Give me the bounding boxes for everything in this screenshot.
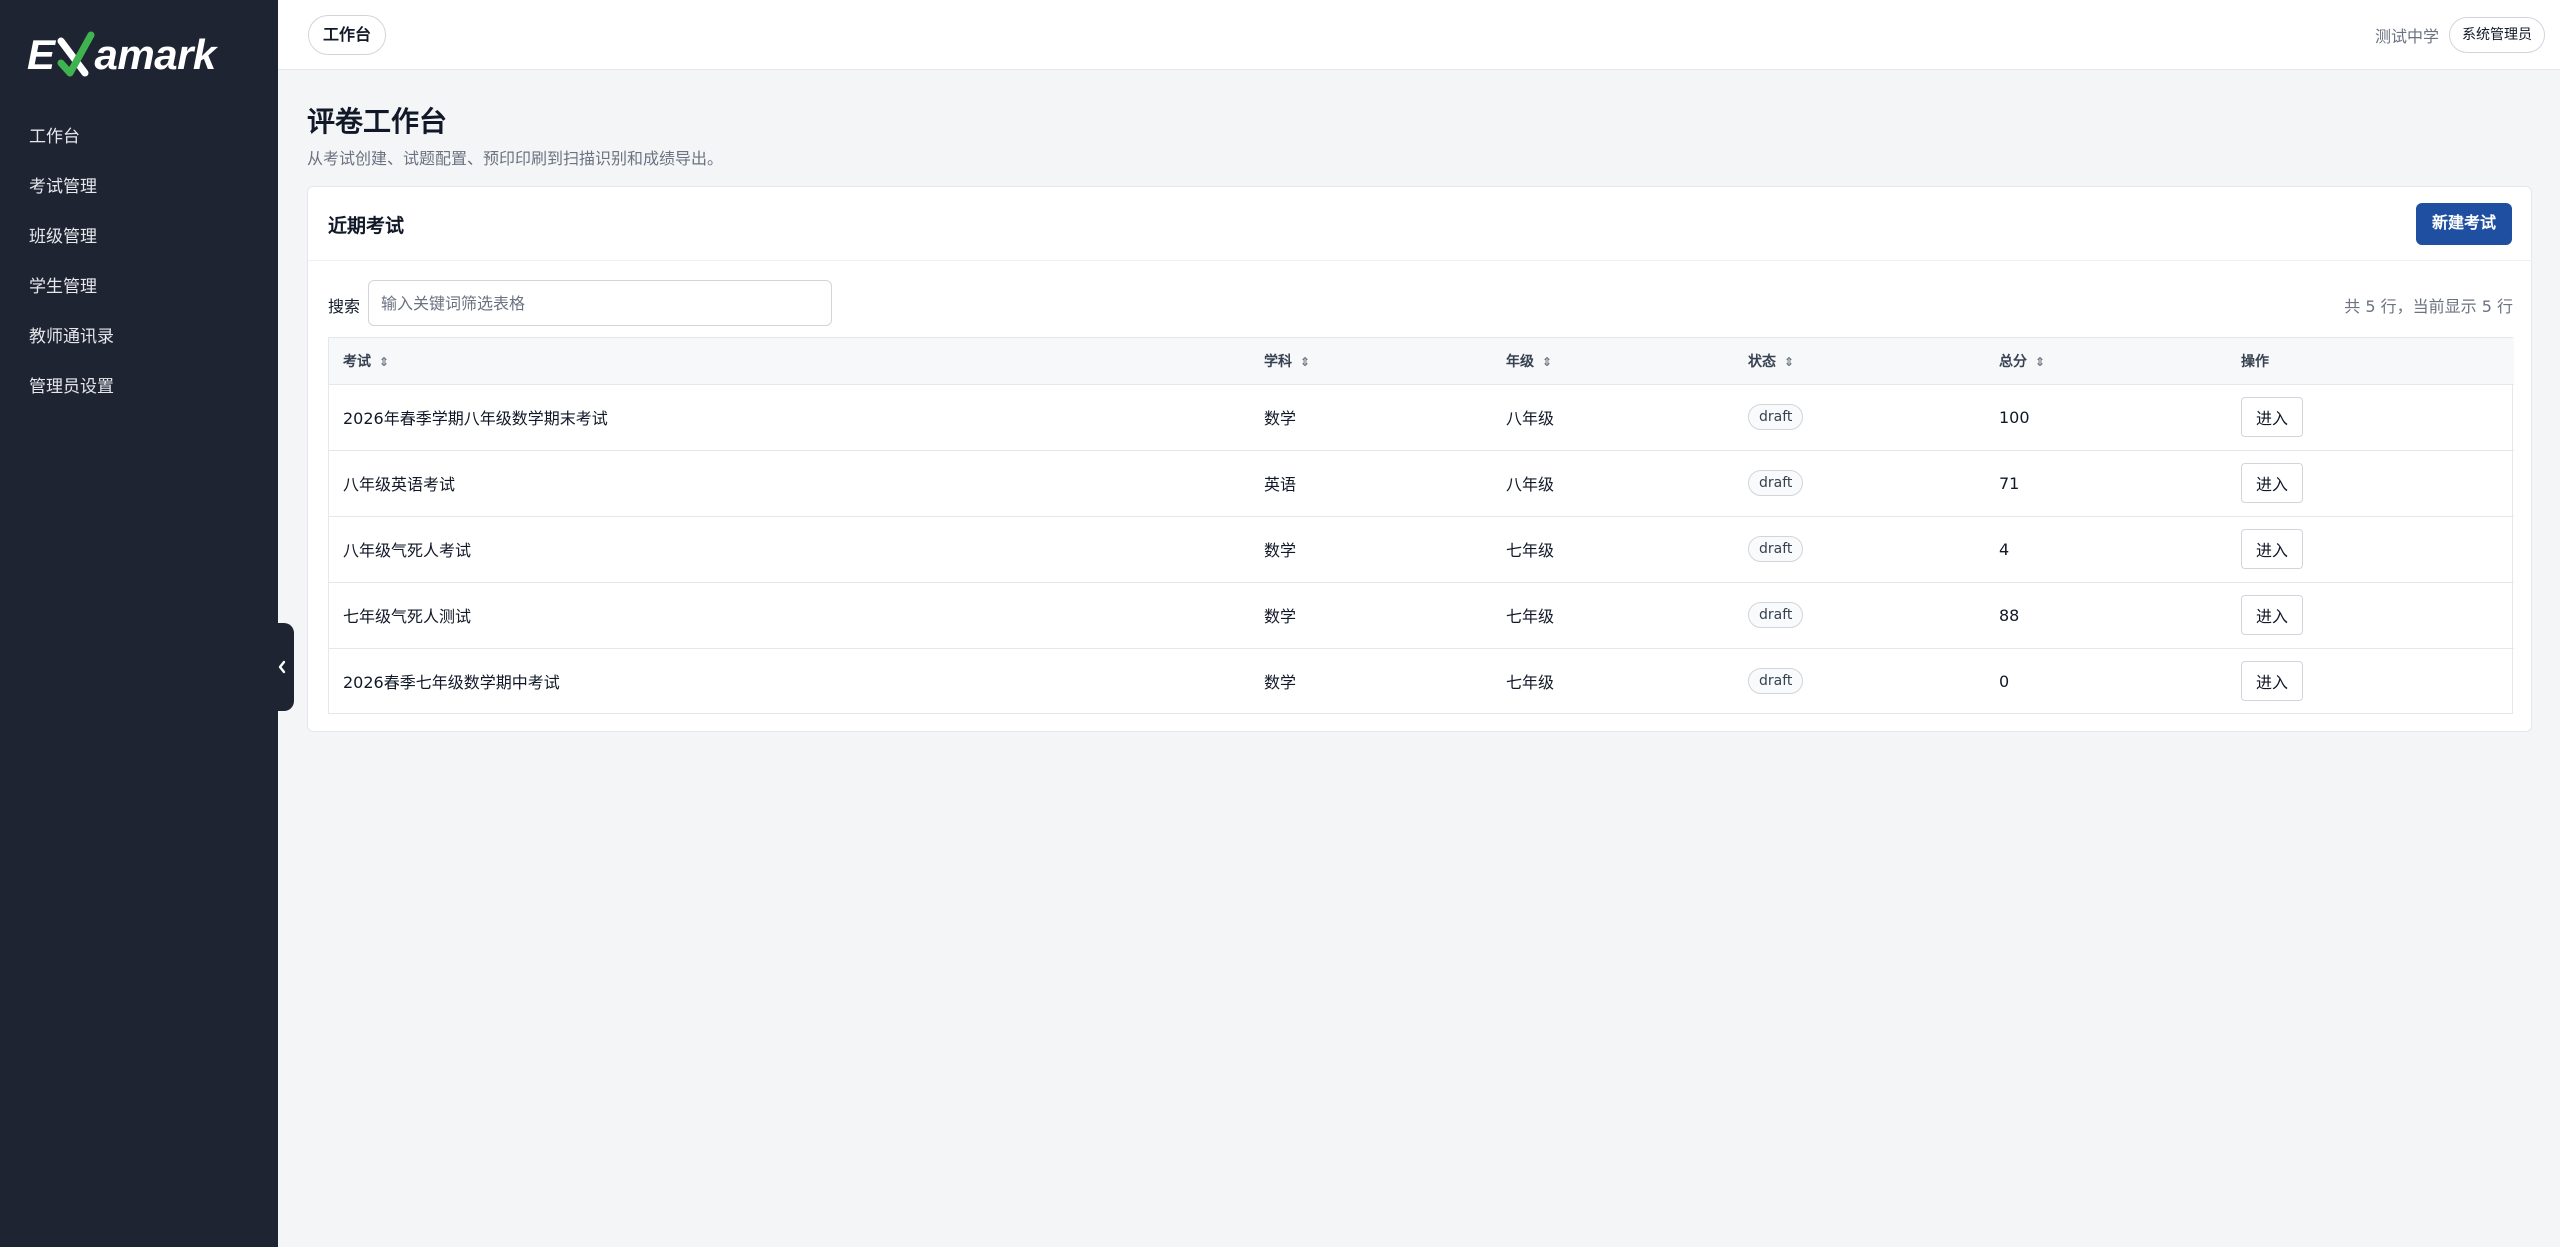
enter-exam-button[interactable]: 进入 <box>2241 595 2304 635</box>
logo-letters-amark: amark <box>94 31 217 78</box>
sidebar-item-workbench[interactable]: 工作台 <box>0 112 278 162</box>
logo-letter-e: E <box>27 31 55 78</box>
search-row: 搜索 共 5 行，当前显示 5 行 <box>328 280 2513 326</box>
chevron-left-icon <box>278 660 286 674</box>
checkmark-x-icon <box>55 29 95 81</box>
cell-actions: 进入 <box>2227 384 2514 451</box>
school-name: 测试中学 <box>2374 27 2439 46</box>
table-row: 七年级气死人测试 数学 七年级 draft 88 进入 <box>329 582 2514 649</box>
cell-exam-name: 2026年春季学期八年级数学期末考试 <box>329 384 1250 451</box>
cell-actions: 进入 <box>2227 582 2514 649</box>
cell-grade: 八年级 <box>1492 384 1734 451</box>
page-title: 评卷工作台 <box>307 105 448 138</box>
cell-grade: 七年级 <box>1506 673 1555 693</box>
cell-status: draft <box>1734 516 1985 583</box>
sidebar: E amark 工作台 考试管理 班级管理 学生管理 教师通讯录 管理员设置 <box>0 0 278 1247</box>
column-header-total[interactable]: 总分 ⇕ <box>1985 338 2227 385</box>
table-row: 八年级气死人考试 数学 七年级 draft 4 进入 <box>329 516 2514 583</box>
enter-exam-button[interactable]: 进入 <box>2241 529 2304 569</box>
sidebar-nav: 工作台 考试管理 班级管理 学生管理 教师通讯录 管理员设置 <box>0 112 278 412</box>
column-header-grade[interactable]: 年级 ⇕ <box>1492 338 1734 385</box>
cell-grade: 七年级 <box>1492 582 1734 649</box>
enter-exam-button[interactable]: 进入 <box>2241 463 2304 503</box>
cell-actions: 进入 <box>2227 648 2514 714</box>
table-row: 八年级英语考试 英语 八年级 draft 71 进入 <box>329 450 2514 517</box>
user-role-badge[interactable]: 系统管理员 <box>2449 17 2545 53</box>
cell-actions: 进入 <box>2227 516 2514 583</box>
table-row: 2026年春季学期八年级数学期末考试 数学 八年级 draft 100 进入 <box>329 384 2514 451</box>
cell-total-score: 71 <box>1985 450 2227 517</box>
sort-icon[interactable]: ⇕ <box>1784 355 1794 369</box>
cell-actions: 进入 <box>2227 450 2514 517</box>
tab-workbench[interactable]: 工作台 <box>308 15 387 55</box>
top-bar: 工作台 测试中学 系统管理员 <box>278 0 2560 70</box>
cell-exam-name: 八年级气死人考试 <box>329 516 1250 583</box>
cell-exam-name: 八年级英语考试 <box>329 450 1250 517</box>
sidebar-item-class-management[interactable]: 班级管理 <box>0 212 278 262</box>
recent-exams-card: 近期考试 新建考试 搜索 共 5 行，当前显示 5 行 考试⇕ 学科⇕ 年级⇕ … <box>307 186 2532 732</box>
card-header: 近期考试 新建考试 <box>308 187 2531 261</box>
cell-total-score: 0 <box>1999 671 2010 691</box>
cell-subject: 数学 <box>1264 673 1297 693</box>
status-badge: draft <box>1748 602 1804 628</box>
sort-icon[interactable]: ⇕ <box>2035 355 2045 369</box>
sidebar-item-teacher-directory[interactable]: 教师通讯录 <box>0 312 278 362</box>
column-header-exam[interactable]: 考试 ⇕ <box>329 338 1250 385</box>
sidebar-item-exam-management[interactable]: 考试管理 <box>0 162 278 212</box>
status-badge: draft <box>1748 668 1804 695</box>
sidebar-item-admin-settings[interactable]: 管理员设置 <box>0 362 278 412</box>
cell-exam-name: 七年级气死人测试 <box>329 582 1250 649</box>
exam-table: 考试 ⇕ 学科 ⇕ 年级 ⇕ 状态 ⇕ 总分 ⇕ 操作 2026年春季学期八年级数学期末考… <box>328 337 2514 714</box>
sort-icon[interactable]: ⇕ <box>1542 355 1552 369</box>
cell-total-score: 100 <box>1985 384 2227 451</box>
cell-subject: 数学 <box>1250 384 1492 451</box>
sort-icon[interactable]: ⇕ <box>1300 355 1310 369</box>
page-subtitle: 从考试创建、试题配置、预印印刷到扫描识别和成绩导出。 <box>307 149 724 168</box>
status-badge: draft <box>1748 536 1804 562</box>
sort-icon[interactable]: ⇕ <box>379 355 389 369</box>
cell-grade: 七年级 <box>1492 516 1734 583</box>
sidebar-item-student-management[interactable]: 学生管理 <box>0 262 278 312</box>
examark-logo[interactable]: E amark <box>27 26 227 84</box>
new-exam-button[interactable]: 新建考试 <box>2415 203 2512 245</box>
table-row: 2026春季七年级数学期中考试 数学 七年级 draft 0 进入 <box>329 648 2514 714</box>
status-badge: draft <box>1748 470 1804 496</box>
status-badge: draft <box>1748 404 1804 430</box>
cell-total-score: 4 <box>1985 516 2227 583</box>
column-header-status[interactable]: 状态 ⇕ <box>1734 338 1985 385</box>
column-header-actions: 操作 <box>2227 338 2514 385</box>
cell-subject: 数学 <box>1250 582 1492 649</box>
cell-exam-name: 2026春季七年级数学期中考试 <box>343 673 560 693</box>
cell-grade: 八年级 <box>1492 450 1734 517</box>
row-count-text: 共 5 行，当前显示 5 行 <box>2344 297 2513 316</box>
search-label: 搜索 <box>328 297 361 316</box>
enter-exam-button[interactable]: 进入 <box>2241 397 2304 437</box>
enter-exam-button[interactable]: 进入 <box>2241 661 2304 702</box>
cell-status: draft <box>1734 582 1985 649</box>
table-header-row: 考试 ⇕ 学科 ⇕ 年级 ⇕ 状态 ⇕ 总分 ⇕ 操作 <box>329 338 2514 385</box>
search-input[interactable] <box>368 280 832 326</box>
sidebar-collapse-button[interactable] <box>270 623 294 711</box>
cell-status: draft <box>1734 450 1985 517</box>
cell-total-score: 88 <box>1985 582 2227 649</box>
cell-subject: 英语 <box>1250 450 1492 517</box>
cell-status: draft <box>1734 384 1985 451</box>
cell-status: draft <box>1734 648 1985 714</box>
cell-subject: 数学 <box>1250 516 1492 583</box>
user-info: 测试中学 系统管理员 <box>2375 15 2545 55</box>
card-title: 近期考试 <box>328 215 405 237</box>
column-header-subject[interactable]: 学科 ⇕ <box>1250 338 1492 385</box>
